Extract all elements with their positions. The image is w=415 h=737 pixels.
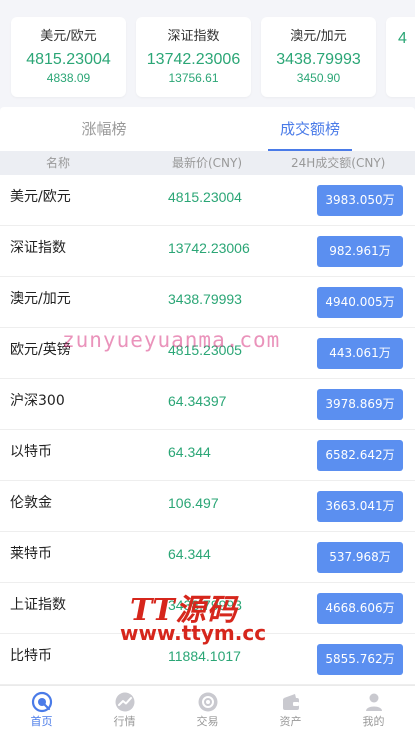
list-item[interactable]: 深证指数 13742.23006 982.961万 [0,226,415,277]
ticker-card[interactable]: 澳元/加元 3438.79993 3450.90 [261,17,376,97]
tab-label: 涨幅榜 [81,120,127,138]
item-price: 64.344 [168,546,211,562]
item-price: 11884.1017 [168,648,241,664]
nav-profile[interactable]: 我的 [332,686,415,737]
market-list: 美元/欧元 4815.23004 3983.050万 深证指数 13742.23… [0,175,415,685]
ticker-sub-price: 3450.90 [296,71,341,85]
ranking-tabs: 涨幅榜 成交额榜 [0,107,415,151]
column-volume: 24H成交额(CNY) [291,156,386,170]
item-price: 4815.23004 [168,189,242,205]
ticker-name: 澳元/加元 [290,29,347,44]
item-name: 伦敦金 [10,495,52,511]
tab-turnover[interactable]: 成交额榜 [268,107,352,151]
volume-button[interactable]: 6582.642万 [317,440,403,471]
nav-label: 行情 [113,715,136,728]
item-name: 以特币 [10,444,52,460]
list-item[interactable]: 比特币 11884.1017 5855.762万 [0,634,415,685]
item-price: 64.344 [168,444,211,460]
list-item[interactable]: 伦敦金 106.497 3663.041万 [0,481,415,532]
nav-label: 交易 [196,715,219,728]
market-icon [115,692,134,712]
volume-button[interactable]: 3978.869万 [317,389,403,420]
ticker-name: 深证指数 [167,29,220,44]
item-name: 澳元/加元 [10,291,71,307]
trade-icon [198,692,217,712]
volume-button[interactable]: 982.961万 [317,236,403,267]
list-item[interactable]: 美元/欧元 4815.23004 3983.050万 [0,175,415,226]
ticker-price: 4815.23004 [26,51,111,68]
list-item[interactable]: 上证指数 3438.79993 4668.606万 [0,583,415,634]
ticker-strip: 美元/欧元 4815.23004 4838.09 深证指数 13742.2300… [0,0,415,107]
ticker-price: 13742.23006 [146,51,241,68]
list-item[interactable]: 沪深300 64.34397 3978.869万 [0,379,415,430]
wallet-icon [282,694,299,710]
item-price: 4815.23005 [168,342,242,358]
volume-button[interactable]: 4940.005万 [317,287,403,318]
tab-label: 成交额榜 [279,120,340,138]
list-item[interactable]: 以特币 64.344 6582.642万 [0,430,415,481]
ticker-sub-price: 13756.61 [168,71,219,85]
item-price: 106.497 [168,495,219,511]
nav-label: 首页 [30,715,53,728]
nav-label: 资产 [279,715,302,728]
ticker-card-partial[interactable]: 4 [386,17,415,97]
item-name: 上证指数 [10,597,66,613]
tab-gainers[interactable]: 涨幅榜 [60,107,148,151]
ticker-price: 4 [398,30,407,47]
item-name: 深证指数 [10,240,66,256]
volume-button[interactable]: 443.061万 [317,338,403,369]
ticker-card[interactable]: 深证指数 13742.23006 13756.61 [136,17,251,97]
item-name: 莱特币 [10,546,52,562]
ticker-card[interactable]: 美元/欧元 4815.23004 4838.09 [11,17,126,97]
bottom-nav: 首页 行情 交易 资产 我的 [0,685,415,737]
volume-button[interactable]: 5855.762万 [317,644,403,675]
volume-button[interactable]: 4668.606万 [317,593,403,624]
item-price: 3438.79993 [168,291,242,307]
ticker-name: 美元/欧元 [40,29,97,44]
nav-label: 我的 [362,715,385,728]
ticker-price: 3438.79993 [276,51,361,68]
column-price: 最新价(CNY) [172,156,243,170]
nav-market[interactable]: 行情 [83,686,166,737]
nav-home[interactable]: 首页 [0,686,83,737]
list-column-header: 名称 最新价(CNY) 24H成交额(CNY) [0,151,415,175]
item-name: 沪深300 [10,393,65,409]
list-item[interactable]: 澳元/加元 3438.79993 4940.005万 [0,277,415,328]
volume-button[interactable]: 3663.041万 [317,491,403,522]
home-icon [31,691,52,713]
volume-button[interactable]: 537.968万 [317,542,403,573]
list-item[interactable]: 欧元/英镑 4815.23005 443.061万 [0,328,415,379]
volume-button[interactable]: 3983.050万 [317,185,403,216]
ticker-sub-price: 4838.09 [46,71,91,85]
item-name: 欧元/英镑 [10,342,71,358]
column-name: 名称 [46,156,71,170]
item-price: 13742.23006 [168,240,250,256]
nav-trade[interactable]: 交易 [166,686,249,737]
item-name: 美元/欧元 [10,189,71,205]
item-price: 3438.79993 [168,597,242,613]
item-name: 比特币 [10,648,52,664]
nav-assets[interactable]: 资产 [249,686,332,737]
user-icon [365,693,382,711]
item-price: 64.34397 [168,393,227,409]
list-item[interactable]: 莱特币 64.344 537.968万 [0,532,415,583]
